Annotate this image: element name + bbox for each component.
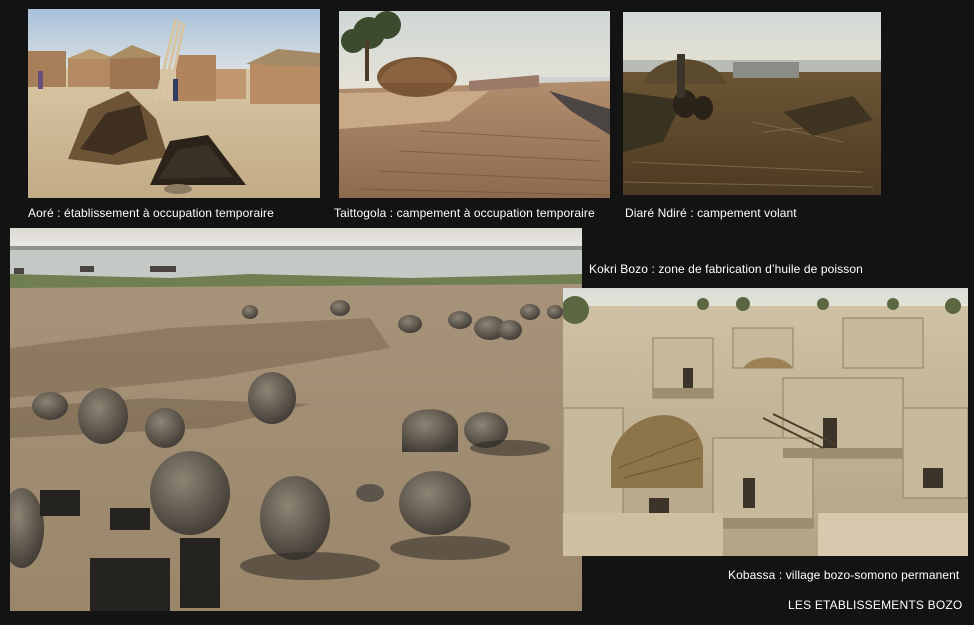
caption-kobassa: Kobassa : village bozo-somono permanent bbox=[728, 568, 960, 582]
caption-kokri-bozo: Kokri Bozo : zone de fabrication d’huile… bbox=[589, 262, 863, 276]
caption-aore: Aoré : établissement à occupation tempor… bbox=[28, 206, 274, 220]
photo-kobassa-image bbox=[563, 288, 968, 556]
photo-kokri-bozo-image bbox=[10, 228, 582, 611]
photo-kokri-bozo bbox=[10, 228, 582, 611]
photo-kobassa bbox=[563, 288, 968, 556]
page-title: LES ETABLISSEMENTS BOZO bbox=[788, 598, 963, 612]
photo-taittogola-image bbox=[339, 11, 610, 198]
photo-diare-ndire-image bbox=[623, 12, 881, 195]
photo-aore bbox=[28, 9, 320, 198]
photo-taittogola bbox=[339, 11, 610, 198]
caption-taittogola: Taittogola : campement à occupation temp… bbox=[334, 206, 595, 220]
photo-aore-image bbox=[28, 9, 320, 198]
caption-diare-ndire: Diaré Ndiré : campement volant bbox=[625, 206, 797, 220]
photo-diare-ndire bbox=[623, 12, 881, 195]
